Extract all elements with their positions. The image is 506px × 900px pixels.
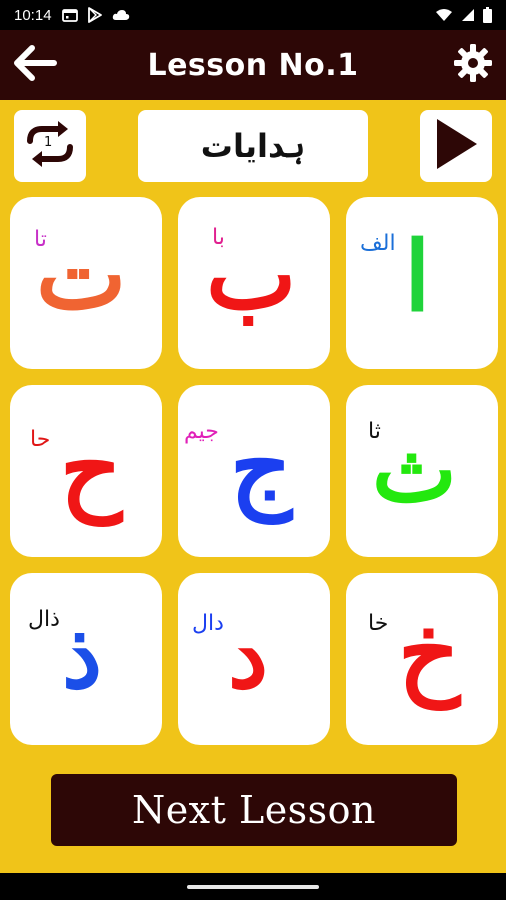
letter-card-dal[interactable]: دال د [178, 573, 330, 745]
calendar-icon [61, 8, 78, 22]
instructions-button[interactable]: ہدایات [138, 110, 368, 182]
play-button[interactable] [420, 110, 492, 182]
wifi-icon [435, 8, 453, 22]
cloud-icon [112, 9, 130, 21]
letter-name: دال [192, 611, 224, 636]
letter-card-ba[interactable]: با ب [178, 197, 330, 369]
status-time: 10:14 [14, 6, 52, 24]
letter-glyph: ذ [62, 603, 103, 709]
play-store-icon [87, 7, 102, 23]
repeat-count: 1 [44, 135, 53, 150]
letter-card-zal[interactable]: ذال ذ [10, 573, 162, 745]
letter-card-ha[interactable]: حا ح [10, 385, 162, 557]
settings-button[interactable] [450, 42, 496, 88]
settings-gear-icon [451, 41, 495, 89]
status-bar: 10:14 [0, 0, 506, 30]
next-lesson-button[interactable]: Next Lesson [51, 774, 457, 846]
letter-glyph: خ [398, 596, 460, 709]
letter-card-tha[interactable]: ثا ث [346, 385, 498, 557]
letter-card-kha[interactable]: خا خ [346, 573, 498, 745]
letter-card-ta[interactable]: تا ت [10, 197, 162, 369]
letter-name: خا [368, 611, 389, 636]
back-button[interactable] [10, 43, 60, 87]
letter-card-alif[interactable]: الف ا [346, 197, 498, 369]
letter-glyph: ت [36, 218, 127, 331]
navigation-bar [0, 873, 506, 900]
letter-glyph: د [228, 603, 269, 709]
letter-name: ذال [28, 607, 60, 632]
letter-name: جیم [184, 419, 219, 444]
home-gesture-handle[interactable] [187, 885, 319, 889]
page-title: Lesson No.1 [147, 47, 359, 83]
app-bar: Lesson No.1 [0, 30, 506, 100]
letter-glyph: ث [372, 417, 457, 523]
letter-card-jeem[interactable]: جیم ج [178, 385, 330, 557]
letter-grid: الف ا با ب تا ت ثا ث جیم ج حا ح خا خ دال… [10, 197, 498, 747]
letter-glyph: ح [60, 412, 122, 525]
letter-glyph: ج [230, 410, 292, 523]
battery-icon [483, 7, 492, 23]
letter-name: الف [360, 231, 396, 256]
repeat-button[interactable]: 1 [14, 110, 86, 182]
letter-glyph: ا [404, 220, 431, 333]
arrow-left-icon [12, 44, 58, 86]
letter-glyph: ب [206, 218, 297, 331]
play-icon [433, 117, 479, 175]
letter-name: حا [30, 427, 51, 452]
signal-icon [461, 8, 475, 22]
